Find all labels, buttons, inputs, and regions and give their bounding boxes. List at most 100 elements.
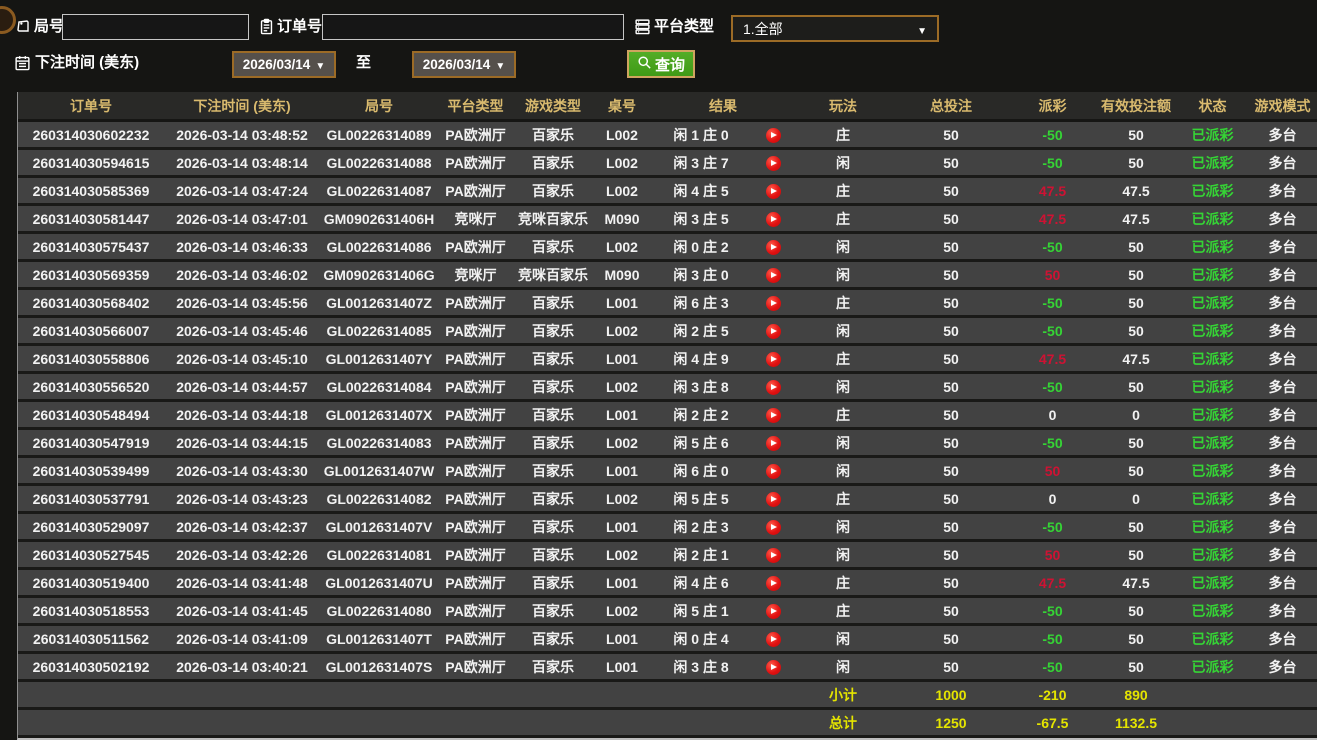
cell-platform: 竞咪厅 bbox=[438, 205, 513, 233]
cell-game-type: 百家乐 bbox=[513, 401, 593, 429]
replay-video-icon[interactable] bbox=[766, 408, 781, 423]
cell-result-video bbox=[751, 317, 795, 345]
cell-game-type: 百家乐 bbox=[513, 345, 593, 373]
cell-game: GL0012631407X bbox=[320, 401, 438, 429]
cell-valid: 50 bbox=[1094, 625, 1178, 653]
replay-video-icon[interactable] bbox=[766, 184, 781, 199]
cell-total: 50 bbox=[891, 569, 1011, 597]
cell-mode: 多台 bbox=[1247, 289, 1317, 317]
cell-game: GM0902631406G bbox=[320, 261, 438, 289]
replay-video-icon[interactable] bbox=[766, 576, 781, 591]
cell-time: 2026-03-14 03:43:30 bbox=[164, 457, 320, 485]
cell-time: 2026-03-14 03:41:45 bbox=[164, 597, 320, 625]
cell-empty bbox=[751, 709, 795, 737]
table-row: 2603140305479192026-03-14 03:44:15GL0022… bbox=[18, 429, 1317, 457]
replay-video-icon[interactable] bbox=[766, 520, 781, 535]
replay-video-icon[interactable] bbox=[766, 352, 781, 367]
cell-valid: 50 bbox=[1094, 317, 1178, 345]
table-row: 2603140305565202026-03-14 03:44:57GL0022… bbox=[18, 373, 1317, 401]
search-button[interactable]: 查询 bbox=[627, 50, 695, 78]
table-row: 2603140305185532026-03-14 03:41:45GL0022… bbox=[18, 597, 1317, 625]
column-header: 订单号 bbox=[18, 92, 164, 121]
replay-video-icon[interactable] bbox=[766, 492, 781, 507]
cell-platform: PA欧洲厅 bbox=[438, 177, 513, 205]
table-row: 2603140305693592026-03-14 03:46:02GM0902… bbox=[18, 261, 1317, 289]
cell-platform: PA欧洲厅 bbox=[438, 457, 513, 485]
cell-valid: 50 bbox=[1094, 121, 1178, 149]
cell-table-no: M090 bbox=[593, 205, 651, 233]
game-no-input[interactable] bbox=[62, 14, 249, 40]
cell-empty bbox=[513, 681, 593, 709]
cell-empty bbox=[18, 681, 164, 709]
cell-time: 2026-03-14 03:46:02 bbox=[164, 261, 320, 289]
replay-video-icon[interactable] bbox=[766, 128, 781, 143]
replay-video-icon[interactable] bbox=[766, 548, 781, 563]
cell-status: 已派彩 bbox=[1178, 317, 1247, 345]
cell-valid: 50 bbox=[1094, 261, 1178, 289]
replay-video-icon[interactable] bbox=[766, 212, 781, 227]
cell-valid: 50 bbox=[1094, 457, 1178, 485]
cell-status: 已派彩 bbox=[1178, 149, 1247, 177]
cell-empty bbox=[438, 709, 513, 737]
cell-result-video bbox=[751, 149, 795, 177]
chevron-down-icon bbox=[917, 21, 927, 37]
cell-game-type: 百家乐 bbox=[513, 485, 593, 513]
date-from-select[interactable]: 2026/03/14 bbox=[232, 51, 336, 78]
platform-type-select[interactable]: 1.全部 bbox=[731, 15, 939, 42]
cell-game: GL00226314080 bbox=[320, 597, 438, 625]
cell-game: GL00226314089 bbox=[320, 121, 438, 149]
cell-payout: 50 bbox=[1011, 261, 1094, 289]
cell-time: 2026-03-14 03:45:56 bbox=[164, 289, 320, 317]
cell-result: 闲 3 庄 0 bbox=[651, 261, 751, 289]
replay-video-icon[interactable] bbox=[766, 464, 781, 479]
replay-video-icon[interactable] bbox=[766, 660, 781, 675]
column-header: 结果 bbox=[651, 92, 795, 121]
cell-order: 260314030558806 bbox=[18, 345, 164, 373]
replay-video-icon[interactable] bbox=[766, 380, 781, 395]
replay-video-icon[interactable] bbox=[766, 632, 781, 647]
cell-table-no: L001 bbox=[593, 569, 651, 597]
cell-play: 闲 bbox=[795, 149, 891, 177]
cell-game-type: 竞咪百家乐 bbox=[513, 205, 593, 233]
cell-status: 已派彩 bbox=[1178, 485, 1247, 513]
replay-video-icon[interactable] bbox=[766, 156, 781, 171]
cell-table-no: L002 bbox=[593, 317, 651, 345]
date-to-select[interactable]: 2026/03/14 bbox=[412, 51, 516, 78]
column-header: 总投注 bbox=[891, 92, 1011, 121]
cell-status: 已派彩 bbox=[1178, 541, 1247, 569]
table-row: 2603140305115622026-03-14 03:41:09GL0012… bbox=[18, 625, 1317, 653]
cell-platform: PA欧洲厅 bbox=[438, 233, 513, 261]
cell-mode: 多台 bbox=[1247, 429, 1317, 457]
cell-result-video bbox=[751, 233, 795, 261]
cell-result: 闲 4 庄 5 bbox=[651, 177, 751, 205]
cell-platform: PA欧洲厅 bbox=[438, 513, 513, 541]
cell-status: 已派彩 bbox=[1178, 513, 1247, 541]
cell-status: 已派彩 bbox=[1178, 177, 1247, 205]
cell-play: 庄 bbox=[795, 205, 891, 233]
replay-video-icon[interactable] bbox=[766, 324, 781, 339]
cell-order: 260314030548494 bbox=[18, 401, 164, 429]
cell-table-no: M090 bbox=[593, 261, 651, 289]
cell-status: 已派彩 bbox=[1178, 261, 1247, 289]
cell-total: 50 bbox=[891, 373, 1011, 401]
cell-order: 260314030556520 bbox=[18, 373, 164, 401]
cell-payout: -50 bbox=[1011, 289, 1094, 317]
cell-play: 闲 bbox=[795, 261, 891, 289]
replay-video-icon[interactable] bbox=[766, 436, 781, 451]
date-to-value: 2026/03/14 bbox=[423, 57, 491, 72]
replay-video-icon[interactable] bbox=[766, 240, 781, 255]
cell-table-no: L002 bbox=[593, 121, 651, 149]
replay-video-icon[interactable] bbox=[766, 268, 781, 283]
cell-game: GM0902631406H bbox=[320, 205, 438, 233]
cell-result-video bbox=[751, 373, 795, 401]
cell-order: 260314030502192 bbox=[18, 653, 164, 681]
cell-play: 庄 bbox=[795, 569, 891, 597]
cell-valid: 0 bbox=[1094, 485, 1178, 513]
cell-total: 50 bbox=[891, 625, 1011, 653]
calendar-icon bbox=[14, 54, 31, 71]
replay-video-icon[interactable] bbox=[766, 604, 781, 619]
cell-payout: -50 bbox=[1011, 373, 1094, 401]
cell-result: 闲 2 庄 5 bbox=[651, 317, 751, 345]
replay-video-icon[interactable] bbox=[766, 296, 781, 311]
order-no-input[interactable] bbox=[322, 14, 624, 40]
